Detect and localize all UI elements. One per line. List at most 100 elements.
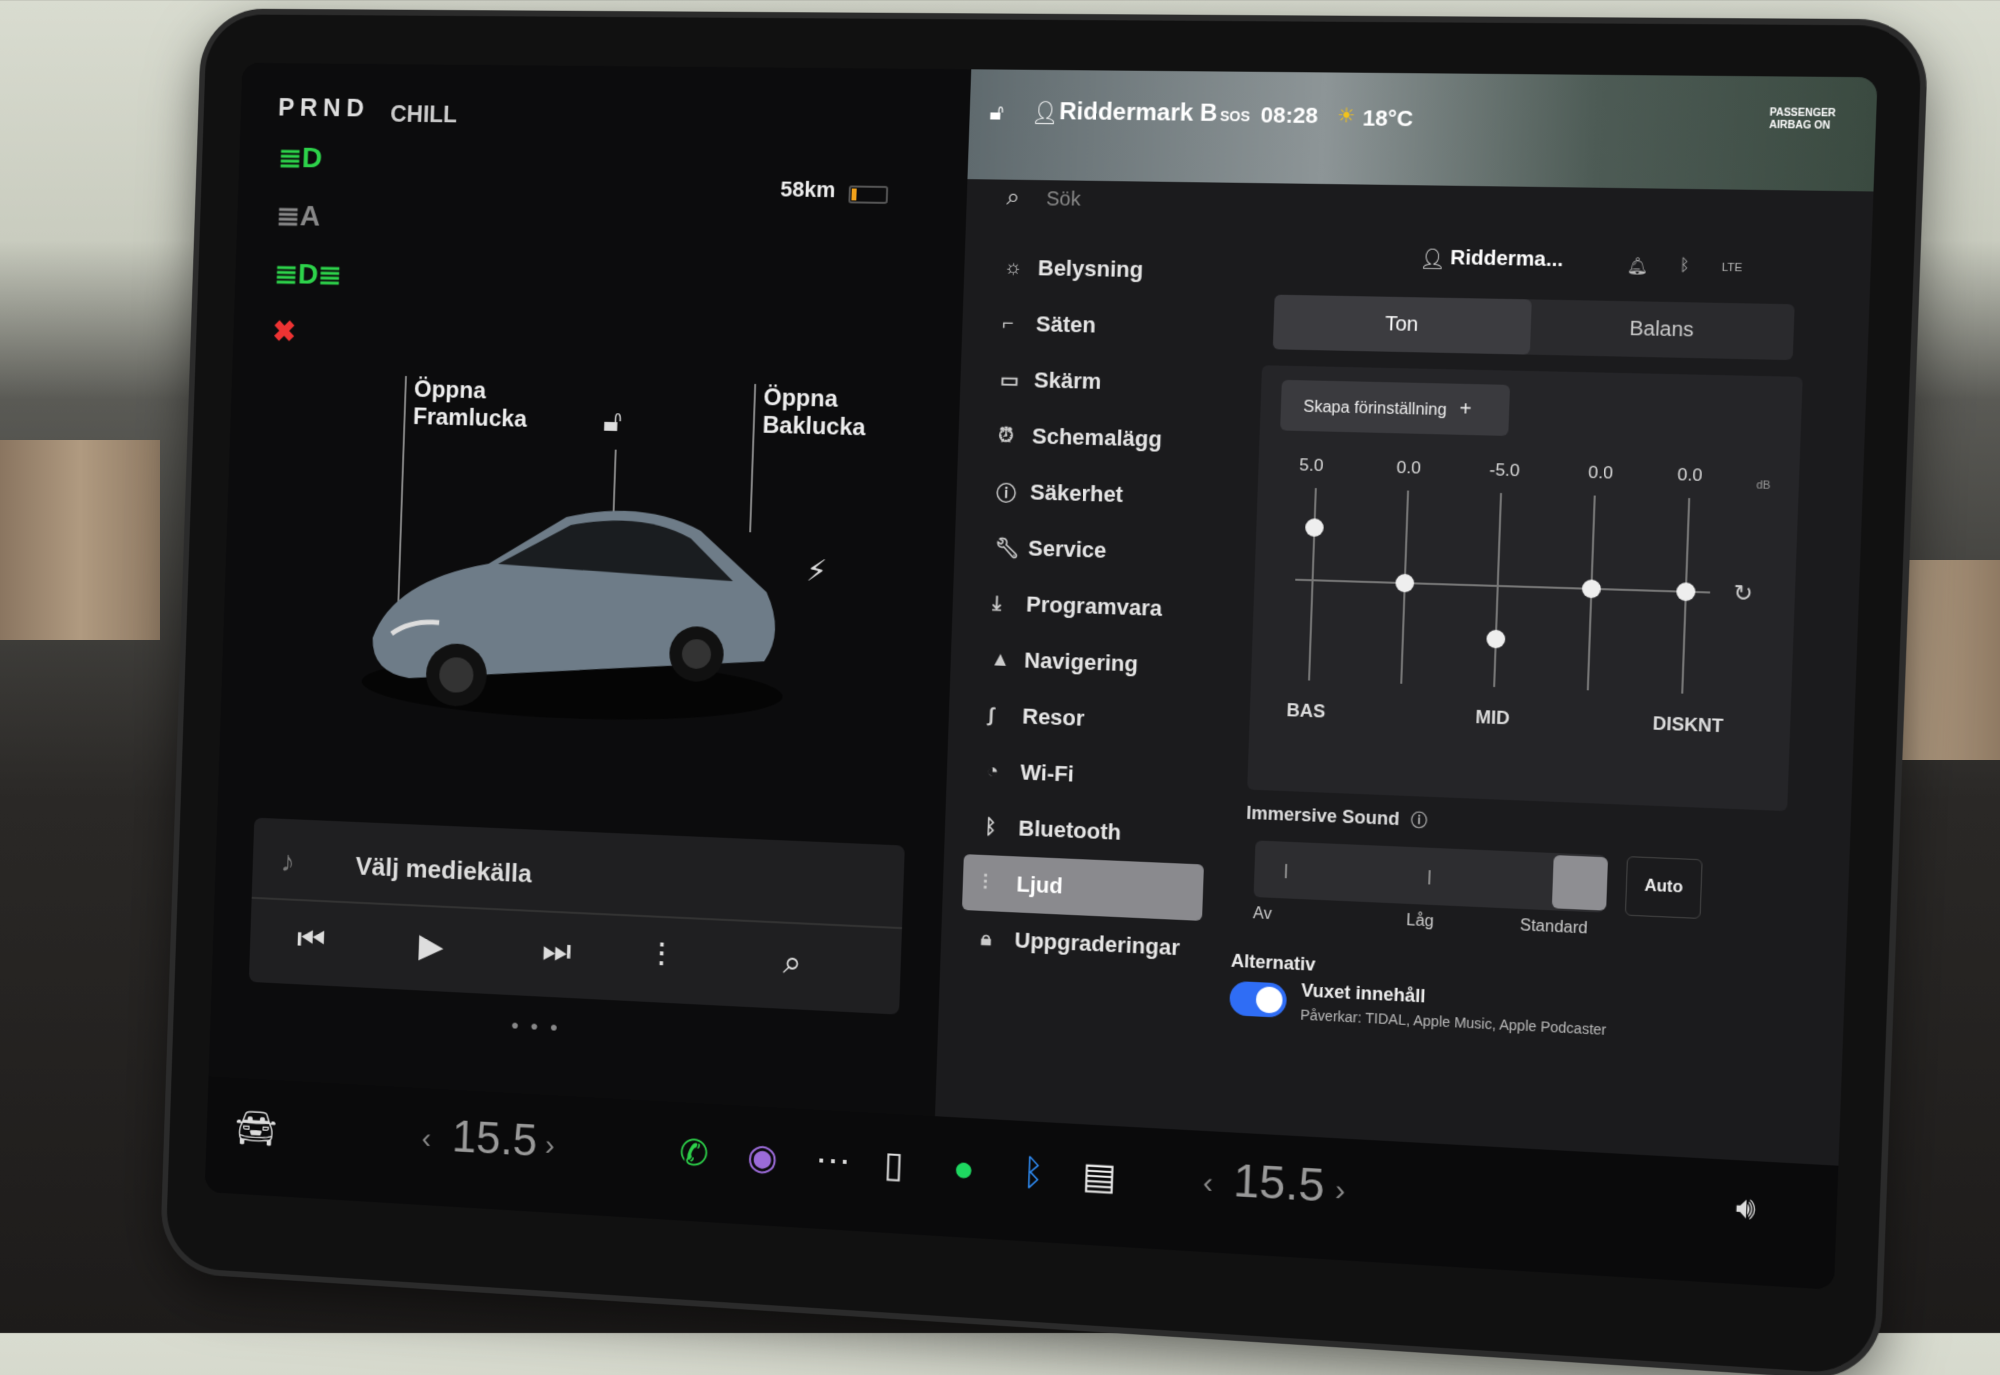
menu-item-wifi[interactable]: ◔ Wi-Fi — [966, 742, 1208, 808]
eq-label-mid: MID — [1475, 707, 1510, 730]
headlight-icon: ≣D — [278, 141, 323, 175]
drive-mode: CHILL — [390, 101, 458, 129]
notification-bell-icon[interactable]: 🔔︎ — [1627, 256, 1649, 277]
clock: 08:28 — [1260, 102, 1318, 129]
level-label-standard: Standard — [1520, 917, 1588, 938]
driver-profile[interactable]: Riddermark B — [1059, 98, 1218, 128]
open-trunk-button[interactable]: Öppna Baklucka — [762, 384, 867, 442]
phone-icon[interactable]: ✆ — [679, 1132, 710, 1175]
eq-value-mid: -5.0 — [1489, 460, 1520, 481]
reset-icon[interactable]: ↻ — [1733, 580, 1753, 607]
temp-left-up-icon[interactable]: › — [544, 1129, 555, 1163]
wifi-icon: ◔ — [986, 760, 1021, 784]
settings-panel: 🔓︎ 👤︎ Riddermark B SOS 08:28 ☀ 18°C PASS… — [935, 69, 1878, 1165]
eq-track-bas — [1308, 488, 1317, 680]
tab-balans[interactable]: Balans — [1530, 299, 1795, 360]
eq-knob-mid[interactable] — [1486, 630, 1505, 649]
eq-knob-4[interactable] — [1582, 579, 1601, 598]
temp-right-up-icon[interactable]: › — [1334, 1174, 1345, 1209]
immersive-sound-slider[interactable] — [1254, 840, 1606, 912]
play-icon[interactable]: ▶ — [418, 926, 444, 966]
menu-item-bluetooth[interactable]: ᛒ Bluetooth — [964, 798, 1206, 864]
eq-knob-2[interactable] — [1395, 574, 1414, 593]
eq-label-bas: BAS — [1286, 700, 1326, 723]
explicit-content-toggle[interactable] — [1229, 981, 1287, 1018]
eq-knob-bas[interactable] — [1305, 518, 1324, 537]
fog-light-icon: ≣D≣ — [274, 257, 342, 292]
previous-track-icon[interactable]: ⏮ — [296, 920, 326, 959]
eq-track-mid — [1493, 493, 1502, 687]
tab-ton[interactable]: Ton — [1273, 295, 1532, 355]
eq-label-disknt: DISKNT — [1652, 713, 1723, 737]
menu-item-sakerhet[interactable]: ⓘ Säkerhet — [976, 463, 1218, 526]
seatbelt-warning-icon: ✖ — [272, 315, 297, 349]
bluetooth-app-icon[interactable]: ᛒ — [1022, 1151, 1045, 1194]
spotify-icon[interactable]: ● — [952, 1147, 975, 1190]
safety-icon: ⓘ — [996, 477, 1031, 507]
immersive-sound-control: Auto Av Låg Standard — [1243, 830, 1786, 945]
sos-indicator[interactable]: SOS — [1220, 108, 1251, 124]
slider-thumb[interactable] — [1552, 855, 1608, 911]
menu-item-saten[interactable]: ⌐ Säten — [981, 295, 1223, 356]
open-frunk-button[interactable]: Öppna Framlucka — [413, 376, 529, 433]
menu-item-service[interactable]: 🔧︎ Service — [974, 519, 1216, 582]
charge-port-icon[interactable]: ⚡︎ — [806, 554, 828, 589]
menu-item-schemalagg[interactable]: ⏰︎ Schemalägg — [977, 407, 1219, 469]
alternativ-heading: Alternativ — [1231, 951, 1316, 976]
passenger-temperature[interactable]: 15.5 — [1232, 1153, 1325, 1213]
info-icon[interactable]: ⓘ — [1411, 812, 1428, 830]
immersive-auto-button[interactable]: Auto — [1625, 856, 1703, 919]
camera-icon[interactable]: ◉ — [746, 1136, 778, 1179]
create-preset-button[interactable]: Skapa förinställning + — [1280, 380, 1510, 436]
car-icon[interactable]: 🚘︎ — [234, 1107, 278, 1150]
slider-tick-lag — [1428, 870, 1431, 884]
driver-temperature[interactable]: 15.5 — [451, 1109, 538, 1167]
auto-headlight-icon: ≣A — [276, 199, 321, 234]
menu-item-belysning[interactable]: ☼ Belysning — [983, 239, 1225, 299]
menu-item-navigering[interactable]: ▲ Navigering — [970, 631, 1212, 695]
lock-status-icon[interactable]: 🔓︎ — [989, 99, 1004, 125]
eq-knob-disknt[interactable] — [1676, 582, 1696, 601]
sun-icon: ☀ — [1337, 103, 1356, 129]
notes-icon[interactable]: ▤ — [1082, 1154, 1118, 1198]
level-label-lag: Låg — [1406, 912, 1434, 932]
light-icon: ☼ — [1004, 256, 1039, 280]
schedule-icon: ⏰︎ — [998, 424, 1033, 448]
user-icon: 👤︎ — [1419, 246, 1446, 272]
menu-item-programvara[interactable]: ⤓ Programvara — [972, 575, 1214, 639]
bluetooth-icon: ᛒ — [984, 816, 1019, 840]
unlock-icon[interactable]: 🔓︎ — [603, 405, 623, 439]
trips-icon: ∫ — [988, 704, 1023, 728]
menu-item-uppgraderingar[interactable]: 🔒︎ Uppgraderingar — [960, 910, 1202, 977]
equalizer-icon[interactable]: ⫶ — [656, 937, 666, 976]
equalizer-icon: ⫶ — [982, 871, 1017, 895]
audio-tabs: Ton Balans — [1273, 295, 1795, 360]
media-source-selector[interactable]: Välj mediekälla — [355, 851, 532, 889]
lock-icon: 🔒︎ — [980, 927, 1015, 952]
media-search-icon[interactable]: ⌕ — [782, 943, 802, 982]
user-profile-button[interactable]: Ridderma... — [1450, 247, 1564, 272]
car-model-image[interactable] — [351, 472, 799, 732]
wrench-icon: 🔧︎ — [994, 535, 1029, 561]
display-icon: ▭ — [1000, 367, 1035, 393]
manual-icon[interactable]: ▯ — [883, 1143, 904, 1186]
settings-search[interactable]: ⌕ Sök — [1006, 178, 1412, 228]
more-apps-icon[interactable]: ⋯ — [815, 1139, 852, 1183]
search-input[interactable]: Sök — [1046, 188, 1081, 212]
temp-right-down-icon[interactable]: ‹ — [1202, 1166, 1213, 1201]
outside-temperature: 18°C — [1362, 105, 1413, 132]
seat-icon: ⌐ — [1002, 312, 1037, 336]
music-note-icon: ♪ — [280, 846, 295, 880]
gear-indicator: PRND — [278, 92, 370, 123]
eq-value-bas: 5.0 — [1299, 455, 1324, 476]
volume-icon[interactable]: 🔊︎ — [1735, 1191, 1756, 1227]
page-dots: ● ● ● — [511, 1017, 562, 1035]
slider-tick-av — [1285, 864, 1288, 878]
temp-left-down-icon[interactable]: ‹ — [421, 1122, 432, 1156]
next-track-icon[interactable]: ⏭ — [541, 932, 572, 972]
status-bar: 🔓︎ 👤︎ Riddermark B SOS 08:28 ☀ 18°C PASS… — [967, 69, 1877, 191]
menu-item-skarm[interactable]: ▭ Skärm — [979, 351, 1221, 413]
settings-menu: ☼ Belysning ⌐ Säten ▭ Skärm ⏰︎ Schemalägg ⓘ S… — [960, 239, 1226, 977]
menu-item-resor[interactable]: ∫ Resor — [968, 687, 1210, 752]
navigation-icon: ▲ — [990, 648, 1025, 672]
